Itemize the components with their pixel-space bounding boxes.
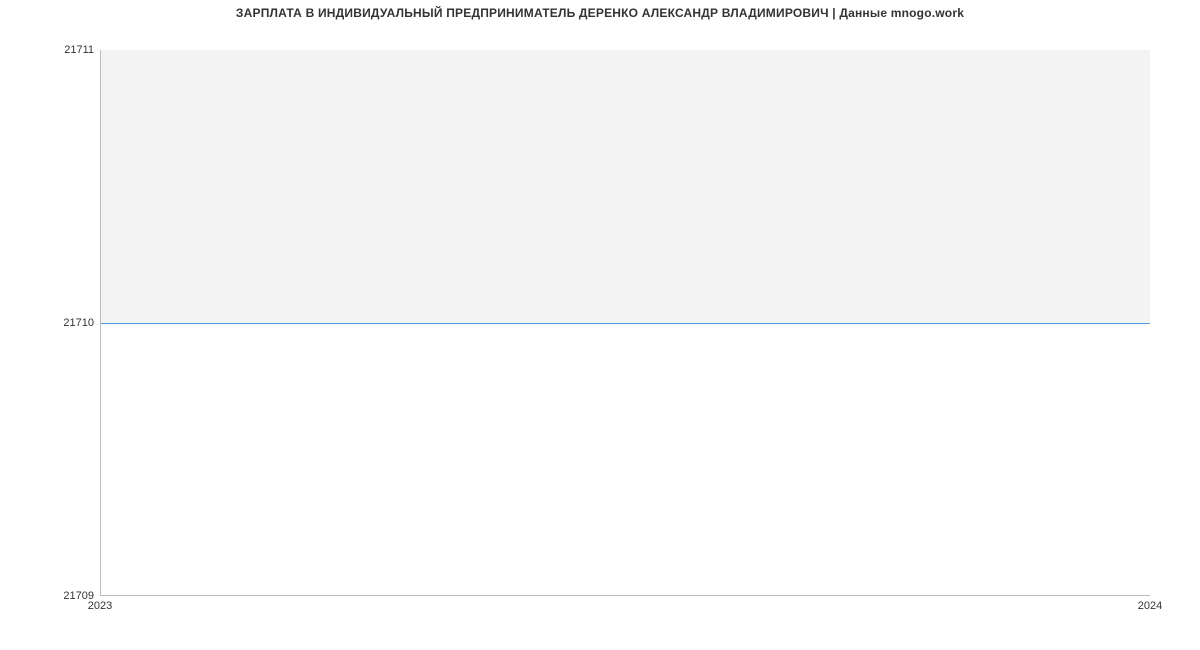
- y-tick-21710: 21710: [4, 317, 94, 329]
- series-line: [101, 323, 1150, 324]
- y-tick-21709: 21709: [4, 590, 94, 602]
- series-area: [101, 50, 1150, 323]
- salary-chart: ЗАРПЛАТА В ИНДИВИДУАЛЬНЫЙ ПРЕДПРИНИМАТЕЛ…: [0, 0, 1200, 650]
- x-tick-2023: 2023: [88, 600, 112, 612]
- chart-title: ЗАРПЛАТА В ИНДИВИДУАЛЬНЫЙ ПРЕДПРИНИМАТЕЛ…: [0, 6, 1200, 20]
- x-tick-2024: 2024: [1138, 600, 1162, 612]
- y-tick-21711: 21711: [4, 44, 94, 56]
- plot-area: [100, 50, 1150, 596]
